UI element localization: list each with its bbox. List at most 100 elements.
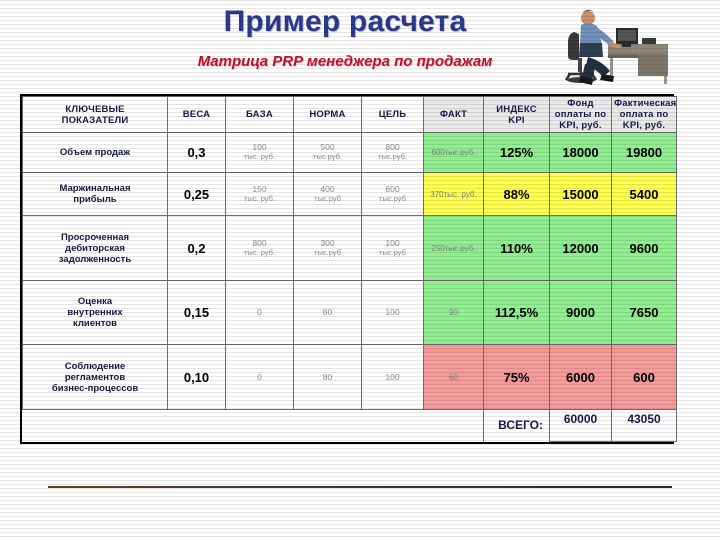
unit: тыс.руб. xyxy=(313,152,342,162)
total-label: ВСЕГО: xyxy=(483,409,550,442)
total-fund: 60000 xyxy=(549,408,612,443)
cell-base: 800 тыс. руб. xyxy=(225,215,294,281)
kpi-name-line: Соблюдение xyxy=(64,360,126,372)
unit: тыс. руб. xyxy=(243,194,276,204)
table-body: Объем продаж 0,3 100 тыс. руб. 500 тыс.руб. 80… xyxy=(22,132,677,443)
col-header-actual-pay: Фактическая оплата по KPI, руб. xyxy=(611,96,677,133)
value: 100 xyxy=(385,307,400,318)
header-line: ИНДЕКС xyxy=(496,103,537,115)
unit: тыс.руб. xyxy=(444,147,476,157)
unit: тыс.руб xyxy=(314,194,341,204)
unit: тыс.руб. xyxy=(444,243,476,253)
cell-fact: 250тыс.руб. xyxy=(423,215,484,281)
cell-weight: 0,10 xyxy=(167,344,226,410)
kpi-table: КЛЮЧЕВЫЕ ПОКАЗАТЕЛИ ВЕСА БАЗА НОРМА ЦЕЛЬ xyxy=(22,96,677,443)
col-header-kpi: КЛЮЧЕВЫЕ ПОКАЗАТЕЛИ xyxy=(22,96,168,133)
cell-goal: 100 xyxy=(361,279,424,346)
cell-fact: 370тыс. руб. xyxy=(423,171,484,217)
total-actual-pay: 43050 xyxy=(611,408,677,443)
cell-fact: 60 xyxy=(423,344,484,410)
header-line: Фактическая xyxy=(614,98,677,109)
col-header-norm: НОРМА xyxy=(293,96,362,133)
kpi-name-line: внутренних xyxy=(67,307,123,319)
value: 400 xyxy=(320,184,335,195)
total-spacer xyxy=(22,408,484,442)
footer-divider-rule xyxy=(48,486,672,488)
kpi-name-line: бизнес-процессов xyxy=(51,382,139,394)
cell-weight: 0,25 xyxy=(167,171,226,217)
cell-norm: 80 xyxy=(293,344,362,410)
value: 60 xyxy=(449,372,458,382)
table-row: Объем продаж 0,3 100 тыс. руб. 500 тыс.руб. 80… xyxy=(22,132,677,173)
kpi-name-line: дебиторская xyxy=(65,242,125,254)
unit: тыс.руб xyxy=(379,194,406,204)
cell-norm: 400 тыс.руб xyxy=(293,171,362,217)
cell-weight: 0,15 xyxy=(167,279,226,346)
cell-base: 0 xyxy=(225,279,294,346)
table-row: Просроченная дебиторская задолженность 0,2 8… xyxy=(22,215,677,281)
cell-goal: 600 тыс.руб xyxy=(361,171,424,217)
col-header-fund: Фонд оплаты по KPI, руб. xyxy=(549,96,612,133)
cell-kpi-index: 110% xyxy=(483,215,550,281)
cell-kpi-index: 75% xyxy=(483,344,550,410)
header-line: оплаты по xyxy=(554,109,607,120)
businessman-at-desk-photo xyxy=(560,2,680,90)
cell-base: 150 тыс. руб. xyxy=(225,171,294,217)
kpi-matrix-table: КЛЮЧЕВЫЕ ПОКАЗАТЕЛИ ВЕСА БАЗА НОРМА ЦЕЛЬ xyxy=(20,94,677,444)
kpi-name-line: прибыль xyxy=(73,194,117,206)
cell-fact: 90 xyxy=(423,279,484,346)
cell-kpi-name: Соблюдение регламентов бизнес-процессов xyxy=(22,344,168,410)
cell-kpi-name: Просроченная дебиторская задолженность xyxy=(22,215,168,281)
page-title: Пример расчета xyxy=(223,5,467,38)
kpi-name-line: задолженность xyxy=(58,253,132,265)
value: 100 xyxy=(385,371,400,382)
value: 300 xyxy=(320,238,335,249)
unit: тыс.руб xyxy=(314,248,341,258)
header-line: ВЕСА xyxy=(182,109,211,120)
col-header-weights: ВЕСА xyxy=(167,96,226,133)
unit: тыс.руб. xyxy=(378,152,407,162)
header-line: ФАКТ xyxy=(439,109,468,120)
col-header-kpi-index: ИНДЕКС KPI xyxy=(483,96,550,133)
cell-goal: 800 тыс.руб. xyxy=(361,132,424,173)
value: 80 xyxy=(322,371,333,382)
cell-actual-pay: 19800 xyxy=(611,132,677,173)
cell-base: 100 тыс. руб. xyxy=(225,132,294,173)
header-line: ПОКАЗАТЕЛИ xyxy=(61,114,129,126)
cell-norm: 500 тыс.руб. xyxy=(293,132,362,173)
cell-actual-pay: 7650 xyxy=(611,279,677,346)
cell-base: 0 xyxy=(225,344,294,410)
value: 90 xyxy=(449,308,458,318)
kpi-name-line: Объем продаж xyxy=(59,146,131,158)
value: 370 xyxy=(430,189,444,199)
kpi-name-line: Маржинальная xyxy=(59,183,131,195)
cell-goal: 100 xyxy=(361,344,424,410)
header-line: НОРМА xyxy=(309,109,346,120)
value: 100 xyxy=(252,142,267,153)
cell-kpi-name: Оценка внутренних клиентов xyxy=(22,279,168,346)
table-row: Оценка внутренних клиентов 0,15 0 80 100 90 112,… xyxy=(22,279,677,346)
col-header-goal: ЦЕЛЬ xyxy=(361,96,424,133)
header-line: ЦЕЛЬ xyxy=(378,109,407,120)
value: 150 xyxy=(252,184,267,195)
kpi-name-line: регламентов xyxy=(64,371,126,383)
cell-kpi-index: 112,5% xyxy=(483,279,550,346)
cell-goal: 100 тыс.руб xyxy=(361,215,424,281)
value: 800 xyxy=(385,142,400,153)
page-subtitle: Матрица PRP менеджера по продажам xyxy=(197,53,493,70)
unit: тыс. руб. xyxy=(243,248,276,258)
header-line: БАЗА xyxy=(246,109,273,120)
header-line: KPI, руб. xyxy=(559,120,602,131)
header-line: оплата по xyxy=(619,109,669,120)
table-row: Соблюдение регламентов бизнес-процессов 0,1… xyxy=(22,344,677,410)
value: 800 xyxy=(252,238,267,249)
cell-kpi-name: Объем продаж xyxy=(22,132,168,173)
cell-kpi-index: 125% xyxy=(483,132,550,173)
cell-actual-pay: 9600 xyxy=(611,215,677,281)
col-header-base: БАЗА xyxy=(225,96,294,133)
value: 100 xyxy=(385,238,400,249)
cell-fund: 6000 xyxy=(549,344,612,410)
cell-fund: 9000 xyxy=(549,279,612,346)
unit: тыс.руб xyxy=(379,248,406,258)
header-line: KPI, руб. xyxy=(622,120,666,131)
